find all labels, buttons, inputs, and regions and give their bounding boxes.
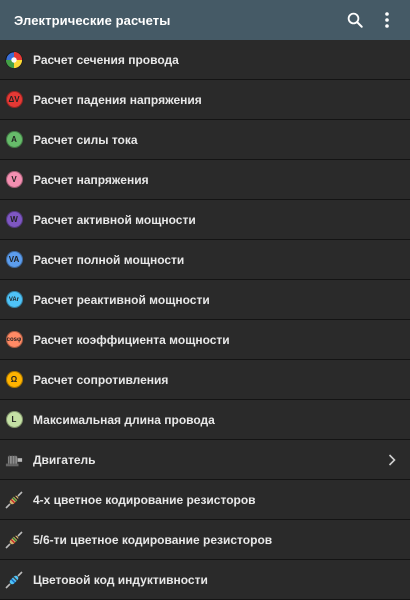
list-item-label: Расчет полной мощности [33,252,185,267]
resistor-icon [4,490,24,510]
list-item-label: Расчет сечения провода [33,52,179,67]
list-item[interactable]: Цветовой код индуктивности [0,560,410,600]
list-item[interactable]: Ω Расчет сопротивления [0,360,410,400]
chevron-right-icon [384,453,400,466]
list-item-label: Расчет падения напряжения [33,92,202,107]
list-item-label: 4-х цветное кодирование резисторов [33,492,256,507]
list-item[interactable]: Двигатель [0,440,410,480]
more-vert-icon [385,12,389,28]
power-factor-icon: cosφ [4,330,24,350]
inductor-icon [4,570,24,590]
list-item[interactable]: VA Расчет полной мощности [0,240,410,280]
list-item[interactable]: V Расчет напряжения [0,160,410,200]
list-item-label: 5/6-ти цветное кодирование резисторов [33,532,273,547]
icon-glyph: A [5,131,23,148]
resistor-icon [4,530,24,550]
resistance-icon: Ω [4,370,24,390]
icon-glyph: W [5,211,23,228]
current-icon: A [4,130,24,150]
app-title: Электрические расчеты [14,12,171,28]
max-wire-length-icon: L [4,410,24,430]
list-item-label: Расчет реактивной мощности [33,292,210,307]
icon-glyph: VAr [5,291,23,308]
wire-section-icon [4,50,24,70]
icon-glyph: Ω [5,371,23,388]
list-item-label: Двигатель [33,452,96,467]
search-button[interactable] [342,0,368,40]
icon-glyph: V [5,171,23,188]
motor-icon [4,450,24,470]
icon-glyph: cosφ [5,331,23,348]
list-item[interactable]: cosφ Расчет коэффициента мощности [0,320,410,360]
app-bar: Электрические расчеты [0,0,410,40]
active-power-icon: W [4,210,24,230]
list-item[interactable]: W Расчет активной мощности [0,200,410,240]
list-item[interactable]: 4-х цветное кодирование резисторов [0,480,410,520]
icon-glyph: ΔV [5,91,23,108]
list-item-label: Цветовой код индуктивности [33,572,208,587]
more-options-button[interactable] [374,0,400,40]
list-item-label: Максимальная длина провода [33,412,215,427]
list-item[interactable]: L Максимальная длина провода [0,400,410,440]
list-item-label: Расчет сопротивления [33,372,169,387]
voltage-drop-icon: ΔV [4,90,24,110]
reactive-power-icon: VAr [4,290,24,310]
icon-glyph: VA [5,251,23,268]
search-icon [347,12,363,28]
calculations-list: Расчет сечения провода ΔV Расчет падения н… [0,40,410,600]
voltage-icon: V [4,170,24,190]
list-item[interactable]: Расчет сечения провода [0,40,410,80]
list-item-label: Расчет активной мощности [33,212,196,227]
icon-glyph: L [5,411,23,428]
list-item-label: Расчет силы тока [33,132,138,147]
apparent-power-icon: VA [4,250,24,270]
list-item-label: Расчет коэффициента мощности [33,332,230,347]
list-item[interactable]: 5/6-ти цветное кодирование резисторов [0,520,410,560]
list-item-label: Расчет напряжения [33,172,149,187]
list-item[interactable]: A Расчет силы тока [0,120,410,160]
list-item[interactable]: VAr Расчет реактивной мощности [0,280,410,320]
list-item[interactable]: ΔV Расчет падения напряжения [0,80,410,120]
